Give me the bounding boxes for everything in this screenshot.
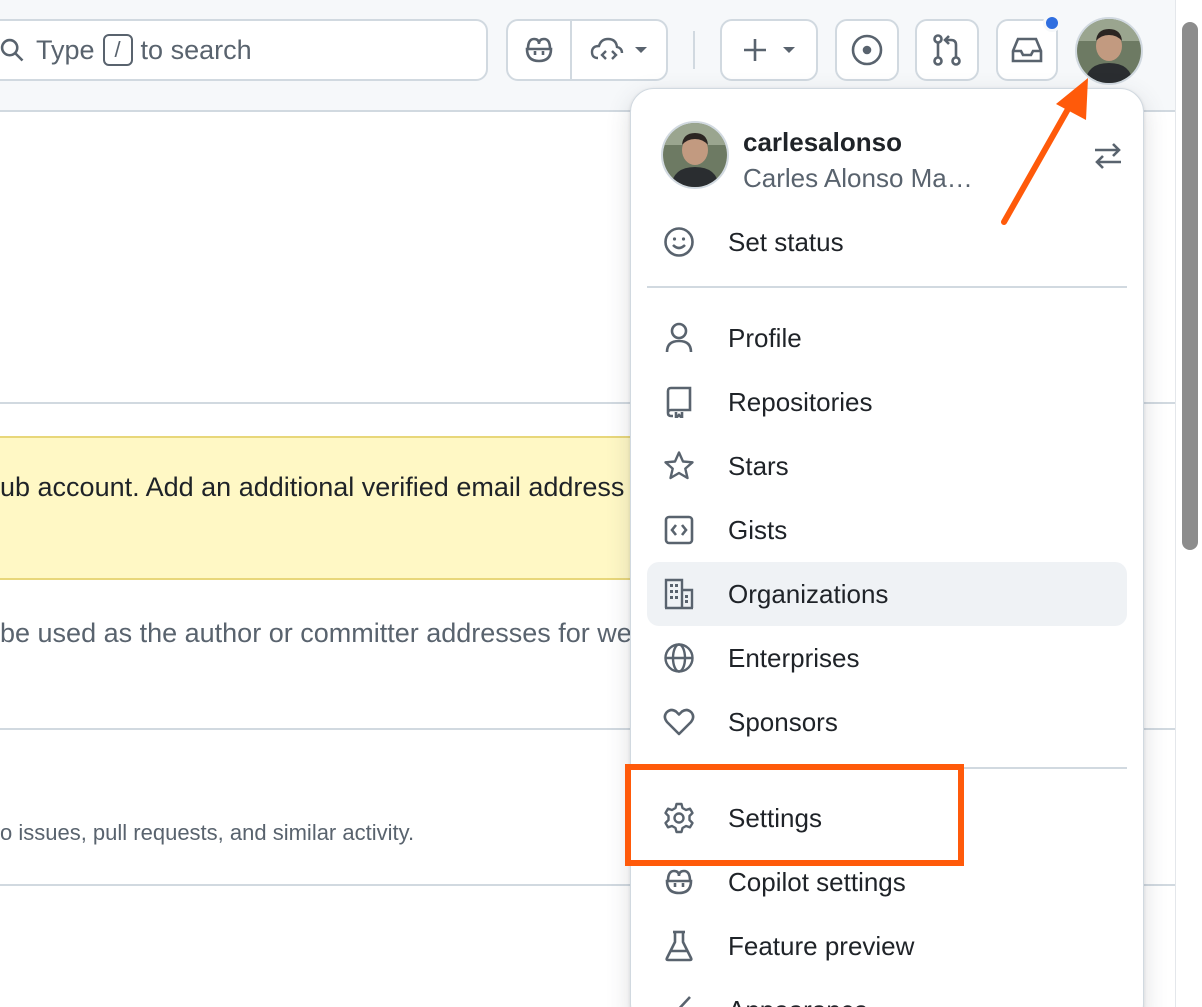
menu-item-label: Feature preview — [728, 930, 915, 961]
chevron-down-icon — [635, 47, 647, 53]
avatar — [661, 121, 729, 189]
menu-item-label: Repositories — [728, 386, 873, 417]
menu-item-appearance[interactable]: Appearance — [647, 978, 1127, 1007]
menu-item-label: Organizations — [728, 578, 889, 609]
star-icon — [663, 450, 695, 482]
cloud-code-icon — [590, 37, 624, 60]
menu-item-enterprises[interactable]: Enterprises — [647, 626, 1127, 690]
inbox-icon — [1011, 37, 1043, 63]
menu-item-feature-preview[interactable]: Feature preview — [647, 914, 1127, 978]
menu-item-profile[interactable]: Profile — [647, 306, 1127, 370]
beaker-icon — [663, 930, 695, 962]
organization-icon — [663, 578, 695, 610]
copilot-icon — [663, 866, 695, 898]
menu-item-label: Sponsors — [728, 706, 838, 737]
email-description: be used as the author or committer addre… — [0, 618, 632, 648]
plus-icon — [744, 39, 766, 61]
warning-flash-banner — [0, 436, 650, 580]
menu-divider — [647, 286, 1127, 288]
header-divider — [693, 31, 695, 69]
menu-item-stars[interactable]: Stars — [647, 434, 1127, 498]
copilot-button[interactable] — [508, 21, 572, 79]
copilot-button-group — [506, 19, 668, 81]
repo-icon — [663, 386, 695, 418]
activity-note: o issues, pull requests, and similar act… — [0, 820, 415, 845]
menu-item-organizations[interactable]: Organizations — [647, 562, 1127, 626]
menu-item-label: Profile — [728, 322, 802, 353]
menu-item-label: Gists — [728, 514, 788, 545]
flash-message: ub account. Add an additional verified e… — [0, 472, 625, 502]
avatar-image — [663, 123, 727, 187]
menu-item-label: Appearance — [728, 995, 868, 1007]
search-input[interactable]: Type / to search — [0, 19, 488, 81]
git-pull-request-icon — [933, 34, 961, 66]
settings-highlight-annotation — [625, 764, 964, 866]
menu-item-label: Copilot settings — [728, 866, 906, 897]
issue-opened-icon — [851, 34, 883, 66]
search-suffix: to search — [140, 34, 252, 65]
pull-requests-button[interactable] — [915, 19, 979, 81]
search-icon — [0, 38, 24, 62]
search-prefix: Type — [36, 34, 95, 65]
globe-icon — [663, 642, 695, 674]
menu-item-label: Stars — [728, 450, 789, 481]
slash-key-hint: / — [102, 34, 133, 66]
person-icon — [663, 322, 695, 354]
notification-indicator — [1043, 14, 1061, 32]
chevron-down-icon — [783, 47, 795, 53]
annotation-arrow-icon — [1001, 78, 1088, 225]
issues-button[interactable] — [835, 19, 899, 81]
create-new-button[interactable] — [720, 19, 818, 81]
scrollbar-thumb[interactable] — [1182, 22, 1198, 550]
code-square-icon — [663, 514, 695, 546]
menu-username: carlesalonso — [743, 127, 902, 157]
paintbrush-icon — [663, 994, 695, 1007]
menu-item-label: Enterprises — [728, 642, 860, 673]
copilot-icon — [525, 37, 553, 63]
menu-item-gists[interactable]: Gists — [647, 498, 1127, 562]
copilot-chat-menu-button[interactable] — [572, 21, 666, 79]
menu-item-sponsors[interactable]: Sponsors — [647, 690, 1127, 754]
smiley-icon — [663, 226, 695, 258]
menu-fullname: Carles Alonso Ma… — [743, 163, 973, 193]
menu-item-repositories[interactable]: Repositories — [647, 370, 1127, 434]
heart-icon — [663, 706, 695, 738]
menu-item-label: Set status — [728, 226, 844, 257]
